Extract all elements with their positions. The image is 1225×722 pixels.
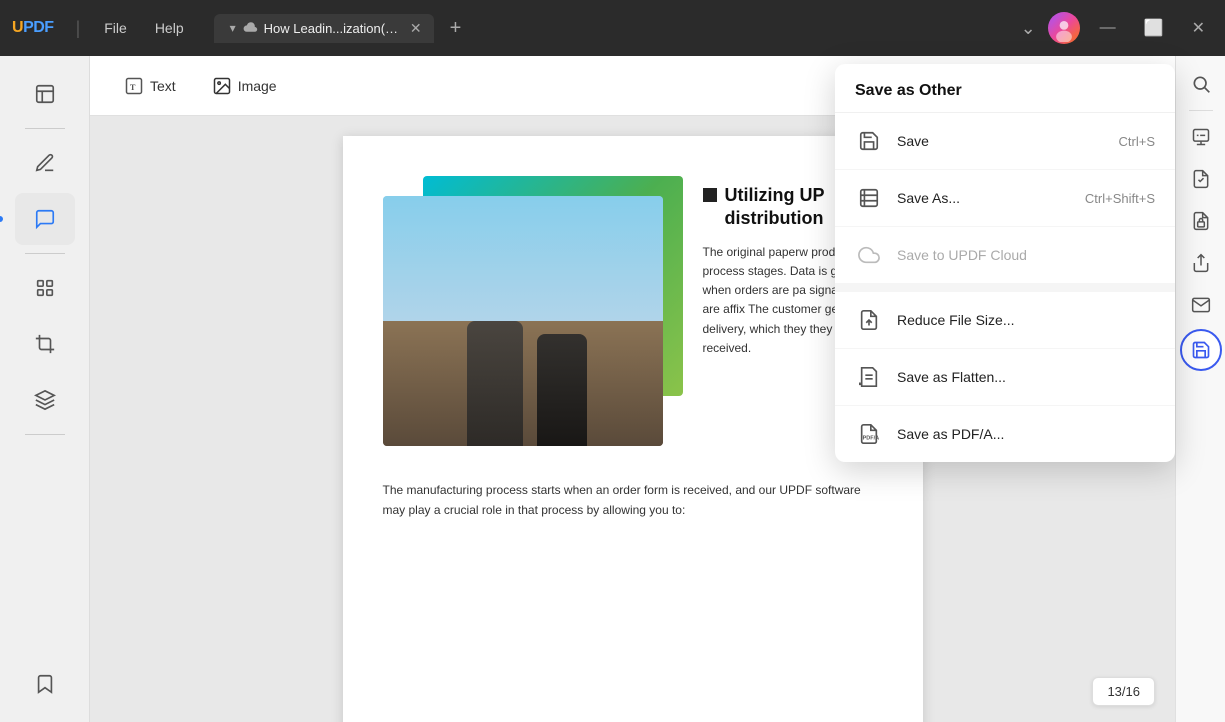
save-cloud-label: Save to UPDF Cloud (897, 247, 1027, 263)
maximize-button[interactable]: ⬜ (1136, 16, 1172, 40)
save-as-panel: Save as Other Save Ctrl+S Save As... Ctr… (835, 64, 1175, 462)
sidebar-item-annotate[interactable] (15, 193, 75, 245)
heading-icon (703, 188, 717, 202)
active-indicator (0, 216, 3, 222)
save-button[interactable] (1180, 329, 1222, 371)
menu-file[interactable]: File (94, 16, 137, 40)
pdfa-icon: PDF/A (855, 420, 883, 448)
sidebar-item-pages[interactable] (15, 262, 75, 314)
save-as-divider (835, 284, 1175, 292)
save-flatten-label: Save as Flatten... (897, 369, 1006, 385)
share-button[interactable] (1183, 245, 1219, 281)
flatten-icon (855, 363, 883, 391)
tabs-dropdown-button[interactable]: ⌄ (1021, 18, 1036, 39)
cloud-icon (855, 241, 883, 269)
save-icon (855, 127, 883, 155)
titlebar-separator: | (76, 18, 81, 39)
sidebar-item-bookmark[interactable] (15, 658, 75, 710)
page-counter: 13/16 (1092, 677, 1155, 706)
sidebar-item-layers[interactable] (15, 374, 75, 426)
text-tool-button[interactable]: T Text (110, 70, 190, 102)
protect-button[interactable] (1183, 203, 1219, 239)
image-tool-label: Image (238, 78, 277, 94)
save-item[interactable]: Save Ctrl+S (835, 113, 1175, 170)
save-shortcut: Ctrl+S (1119, 134, 1155, 149)
save-as-item[interactable]: Save As... Ctrl+Shift+S (835, 170, 1175, 227)
tab-close-icon[interactable]: ✕ (410, 20, 422, 37)
sidebar-item-crop[interactable] (15, 318, 75, 370)
image-tool-button[interactable]: Image (198, 70, 291, 102)
image-photo (383, 196, 663, 446)
close-window-button[interactable]: ✕ (1184, 16, 1213, 40)
active-tab[interactable]: ▾ How Leadin...ization(1)* ✕ (214, 14, 434, 43)
right-divider-1 (1189, 110, 1213, 111)
text-tool-label: Text (150, 78, 176, 94)
email-button[interactable] (1183, 287, 1219, 323)
right-sidebar (1175, 56, 1225, 722)
save-pdfa-item[interactable]: PDF/A Save as PDF/A... (835, 406, 1175, 462)
add-tab-button[interactable]: + (442, 15, 470, 42)
titlebar-right: ⌄ — ⬜ ✕ (1021, 12, 1213, 44)
tab-dropdown-icon[interactable]: ▾ (230, 21, 236, 35)
menu-help[interactable]: Help (145, 16, 194, 40)
sidebar-item-reader[interactable] (15, 68, 75, 120)
sidebar-divider-3 (25, 434, 65, 435)
svg-text:T: T (130, 83, 136, 92)
save-label: Save (897, 133, 929, 149)
search-button[interactable] (1183, 66, 1219, 102)
save-as-icon (855, 184, 883, 212)
save-as-label: Save As... (897, 190, 960, 206)
pdf-body-text: The manufacturing process starts when an… (383, 480, 883, 521)
svg-text:PDF/A: PDF/A (863, 436, 880, 442)
pdf-image-area: Utilizing UP distribution The original p… (383, 176, 883, 456)
minimize-button[interactable]: — (1092, 17, 1124, 39)
convert-button[interactable] (1183, 161, 1219, 197)
sidebar-divider-1 (25, 128, 65, 129)
save-as-shortcut: Ctrl+Shift+S (1085, 191, 1155, 206)
tab-area: ▾ How Leadin...ization(1)* ✕ + (214, 14, 1013, 43)
save-flatten-item[interactable]: Save as Flatten... (835, 349, 1175, 406)
tab-title: How Leadin...ization(1)* (264, 21, 400, 36)
save-as-title: Save as Other (835, 64, 1175, 113)
compress-icon (855, 306, 883, 334)
app-logo: UPDF (12, 19, 54, 37)
ocr-button[interactable] (1183, 119, 1219, 155)
save-cloud-item[interactable]: Save to UPDF Cloud (835, 227, 1175, 284)
sidebar-divider-2 (25, 253, 65, 254)
sidebar-item-edit[interactable] (15, 137, 75, 189)
save-pdfa-label: Save as PDF/A... (897, 426, 1004, 442)
reduce-file-size-label: Reduce File Size... (897, 312, 1015, 328)
titlebar: UPDF | File Help ▾ How Leadin...ization(… (0, 0, 1225, 56)
pdf-image (383, 176, 683, 456)
user-avatar[interactable] (1048, 12, 1080, 44)
left-sidebar (0, 56, 90, 722)
tab-cloud-icon (242, 21, 258, 36)
reduce-file-size-item[interactable]: Reduce File Size... (835, 292, 1175, 349)
